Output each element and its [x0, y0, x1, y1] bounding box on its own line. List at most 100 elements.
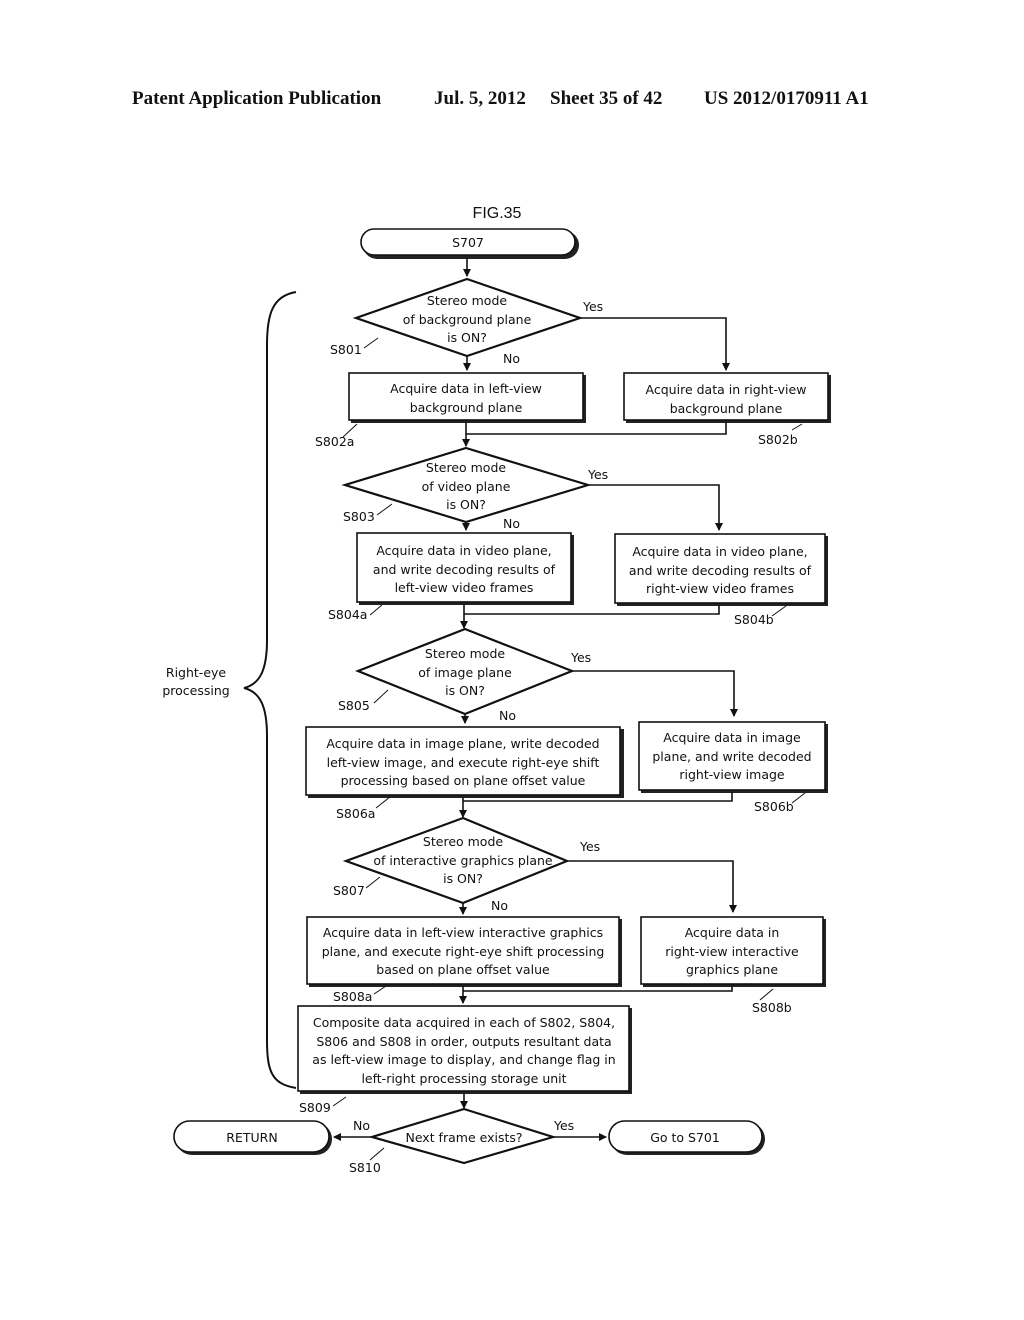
- leader-line: [369, 1147, 385, 1161]
- brace-label-line2: processing: [162, 683, 229, 698]
- box-text: left-view image, and execute right-eye s…: [327, 755, 600, 770]
- box-text: background plane: [410, 400, 523, 415]
- process-box-s806a: Acquire data in image plane, write decod…: [305, 726, 624, 798]
- start-terminal: S707: [360, 228, 579, 259]
- no-label: No: [353, 1118, 370, 1133]
- start-terminal-label: S707: [452, 235, 484, 250]
- step-label-s808b: S808b: [752, 1000, 792, 1015]
- step-label-s808a: S808a: [333, 989, 372, 1004]
- leader-line: [363, 337, 379, 349]
- goto-s701-label: Go to S701: [650, 1130, 720, 1145]
- leader-line: [332, 1096, 347, 1107]
- yes-label: Yes: [582, 299, 603, 314]
- process-box-s809: Composite data acquired in each of S802,…: [297, 1005, 632, 1094]
- process-box-s808a: Acquire data in left-view interactive gr…: [306, 916, 622, 987]
- step-label-s810: S810: [349, 1160, 381, 1175]
- box-text: S806 and S808 in order, outputs resultan…: [316, 1034, 611, 1049]
- leader-line: [771, 605, 787, 617]
- brace-label-line1: Right-eye: [166, 665, 227, 680]
- box-text: Acquire data in left-view interactive gr…: [323, 925, 603, 940]
- leader-line: [791, 423, 803, 431]
- merge-connector: [464, 605, 720, 615]
- decision-text: of background plane: [403, 312, 532, 327]
- step-label-s806b: S806b: [754, 799, 794, 814]
- decision-text: is ON?: [445, 683, 485, 698]
- step-label-s801: S801: [330, 342, 362, 357]
- decision-s801: Stereo mode of background plane is ON?: [352, 277, 584, 358]
- step-label-s802b: S802b: [758, 432, 798, 447]
- step-label-s803: S803: [343, 509, 375, 524]
- box-text: graphics plane: [686, 962, 778, 977]
- decision-text: Stereo mode: [425, 646, 505, 661]
- no-label: No: [503, 351, 520, 366]
- decision-text: Next frame exists?: [405, 1130, 522, 1145]
- process-box-s806b: Acquire data in image plane, and write d…: [638, 721, 828, 793]
- decision-text: of interactive graphics plane: [373, 853, 553, 868]
- step-label-s806a: S806a: [336, 806, 375, 821]
- decision-text: Stereo mode: [423, 834, 503, 849]
- leader-line: [376, 503, 393, 516]
- flowchart: FIG.35 S707 Right-eye processing Stereo …: [162, 205, 831, 1175]
- yes-connector: [572, 670, 738, 717]
- process-box-s802b: Acquire data in right-view background pl…: [623, 372, 831, 423]
- box-text: and write decoding results of: [373, 562, 556, 577]
- decision-text: of image plane: [418, 665, 512, 680]
- decision-s803: Stereo mode of video plane is ON?: [341, 446, 592, 524]
- yes-label: Yes: [579, 839, 600, 854]
- box-text: plane, and execute right-eye shift proce…: [322, 944, 605, 959]
- yes-label: Yes: [570, 650, 591, 665]
- decision-text: of video plane: [422, 479, 511, 494]
- step-label-s809: S809: [299, 1100, 331, 1115]
- box-text: based on plane offset value: [376, 962, 550, 977]
- decision-text: is ON?: [447, 330, 487, 345]
- merge-connector: [466, 422, 727, 435]
- decision-text: Stereo mode: [426, 460, 506, 475]
- right-eye-processing-brace: [243, 291, 297, 1089]
- box-text: Acquire data in video plane,: [632, 544, 807, 559]
- figure-title: FIG.35: [473, 205, 522, 222]
- no-label: No: [499, 708, 516, 723]
- step-label-s807: S807: [333, 883, 365, 898]
- box-text: right-view image: [679, 767, 785, 782]
- box-text: Acquire data in image: [663, 730, 801, 745]
- leader-line: [375, 796, 391, 809]
- process-box-s802a: Acquire data in left-view background pla…: [348, 372, 586, 423]
- box-text: Acquire data in left-view: [390, 381, 542, 396]
- decision-s810: Next frame exists?: [368, 1107, 557, 1165]
- box-text: and write decoding results of: [629, 563, 812, 578]
- decision-text: is ON?: [443, 871, 483, 886]
- box-text: processing based on plane offset value: [341, 773, 586, 788]
- no-label: No: [491, 898, 508, 913]
- decision-text: is ON?: [446, 497, 486, 512]
- decision-text: Stereo mode: [427, 293, 507, 308]
- yes-connector: [588, 484, 723, 531]
- box-text: plane, and write decoded: [652, 749, 811, 764]
- box-text: left-right processing storage unit: [361, 1071, 566, 1086]
- process-box-s804b: Acquire data in video plane, and write d…: [614, 533, 828, 606]
- leader-line: [791, 792, 806, 804]
- step-label-s802a: S802a: [315, 434, 354, 449]
- no-label: No: [503, 516, 520, 531]
- box-text: Acquire data in: [685, 925, 780, 940]
- leader-line: [373, 985, 387, 995]
- leader-line: [369, 604, 383, 616]
- box-text: Acquire data in video plane,: [376, 543, 551, 558]
- box-text: right-view video frames: [646, 581, 794, 596]
- process-box-s804a: Acquire data in video plane, and write d…: [356, 532, 574, 605]
- box-text: Acquire data in image plane, write decod…: [326, 736, 599, 751]
- process-box-s808b: Acquire data in right-view interactive g…: [640, 916, 826, 987]
- leader-line: [373, 689, 389, 704]
- decision-s807: Stereo mode of interactive graphics plan…: [342, 816, 570, 905]
- box-text: as left-view image to display, and chang…: [312, 1052, 615, 1067]
- yes-connector: [580, 317, 730, 371]
- box-text: Acquire data in right-view: [646, 382, 807, 397]
- box-text: left-view video frames: [395, 580, 534, 595]
- step-label-s804a: S804a: [328, 607, 367, 622]
- step-label-s805: S805: [338, 698, 370, 713]
- step-label-s804b: S804b: [734, 612, 774, 627]
- goto-s701-terminal: Go to S701: [608, 1120, 765, 1155]
- box-text: Composite data acquired in each of S802,…: [313, 1015, 615, 1030]
- yes-connector: [567, 860, 737, 913]
- yes-label: Yes: [553, 1118, 574, 1133]
- box-text: background plane: [670, 401, 783, 416]
